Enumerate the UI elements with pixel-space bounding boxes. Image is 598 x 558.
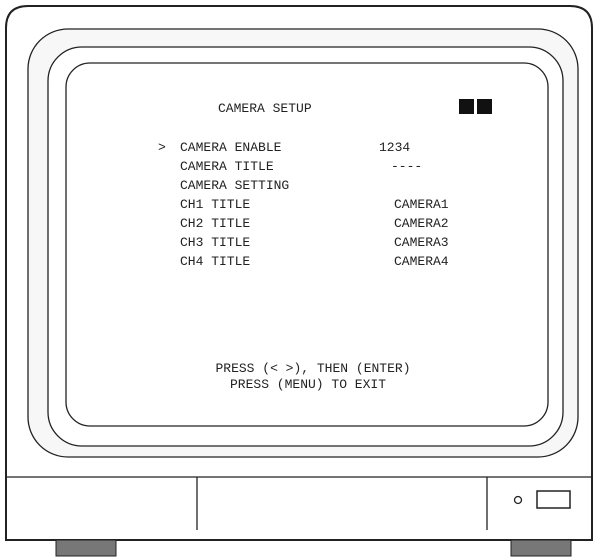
menu-cursor-icon: > — [158, 140, 166, 155]
menu-value-ch1-title[interactable]: CAMERA1 — [394, 196, 449, 214]
hint-navigate: PRESS (< >), THEN (ENTER) — [215, 361, 411, 376]
indicator-square-icon — [459, 99, 474, 114]
menu-item-ch2-title[interactable]: CH2 TITLE — [180, 215, 250, 233]
hint-exit: PRESS (MENU) TO EXIT — [229, 377, 387, 392]
menu-item-ch4-title[interactable]: CH4 TITLE — [180, 253, 250, 271]
menu-value-ch2-title[interactable]: CAMERA2 — [394, 215, 449, 233]
left-foot — [55, 539, 117, 557]
power-led-icon — [513, 495, 523, 505]
menu-item-ch1-title[interactable]: CH1 TITLE — [180, 196, 250, 214]
menu-value-ch3-title[interactable]: CAMERA3 — [394, 234, 449, 252]
menu-item-camera-enable[interactable]: CAMERA ENABLE — [180, 139, 281, 157]
indicator-square-icon — [477, 99, 492, 114]
power-button — [536, 490, 571, 509]
menu-item-ch3-title[interactable]: CH3 TITLE — [180, 234, 250, 252]
menu-value-camera-title[interactable]: ---- — [391, 158, 422, 176]
menu-item-camera-setting[interactable]: CAMERA SETTING — [180, 177, 289, 195]
right-foot — [510, 539, 572, 557]
monitor-frame — [5, 5, 593, 557]
page-title: CAMERA SETUP — [218, 101, 312, 116]
menu-value-camera-enable[interactable]: 1234 — [379, 139, 410, 157]
menu-item-camera-title[interactable]: CAMERA TITLE — [180, 158, 274, 176]
menu-value-ch4-title[interactable]: CAMERA4 — [394, 253, 449, 271]
